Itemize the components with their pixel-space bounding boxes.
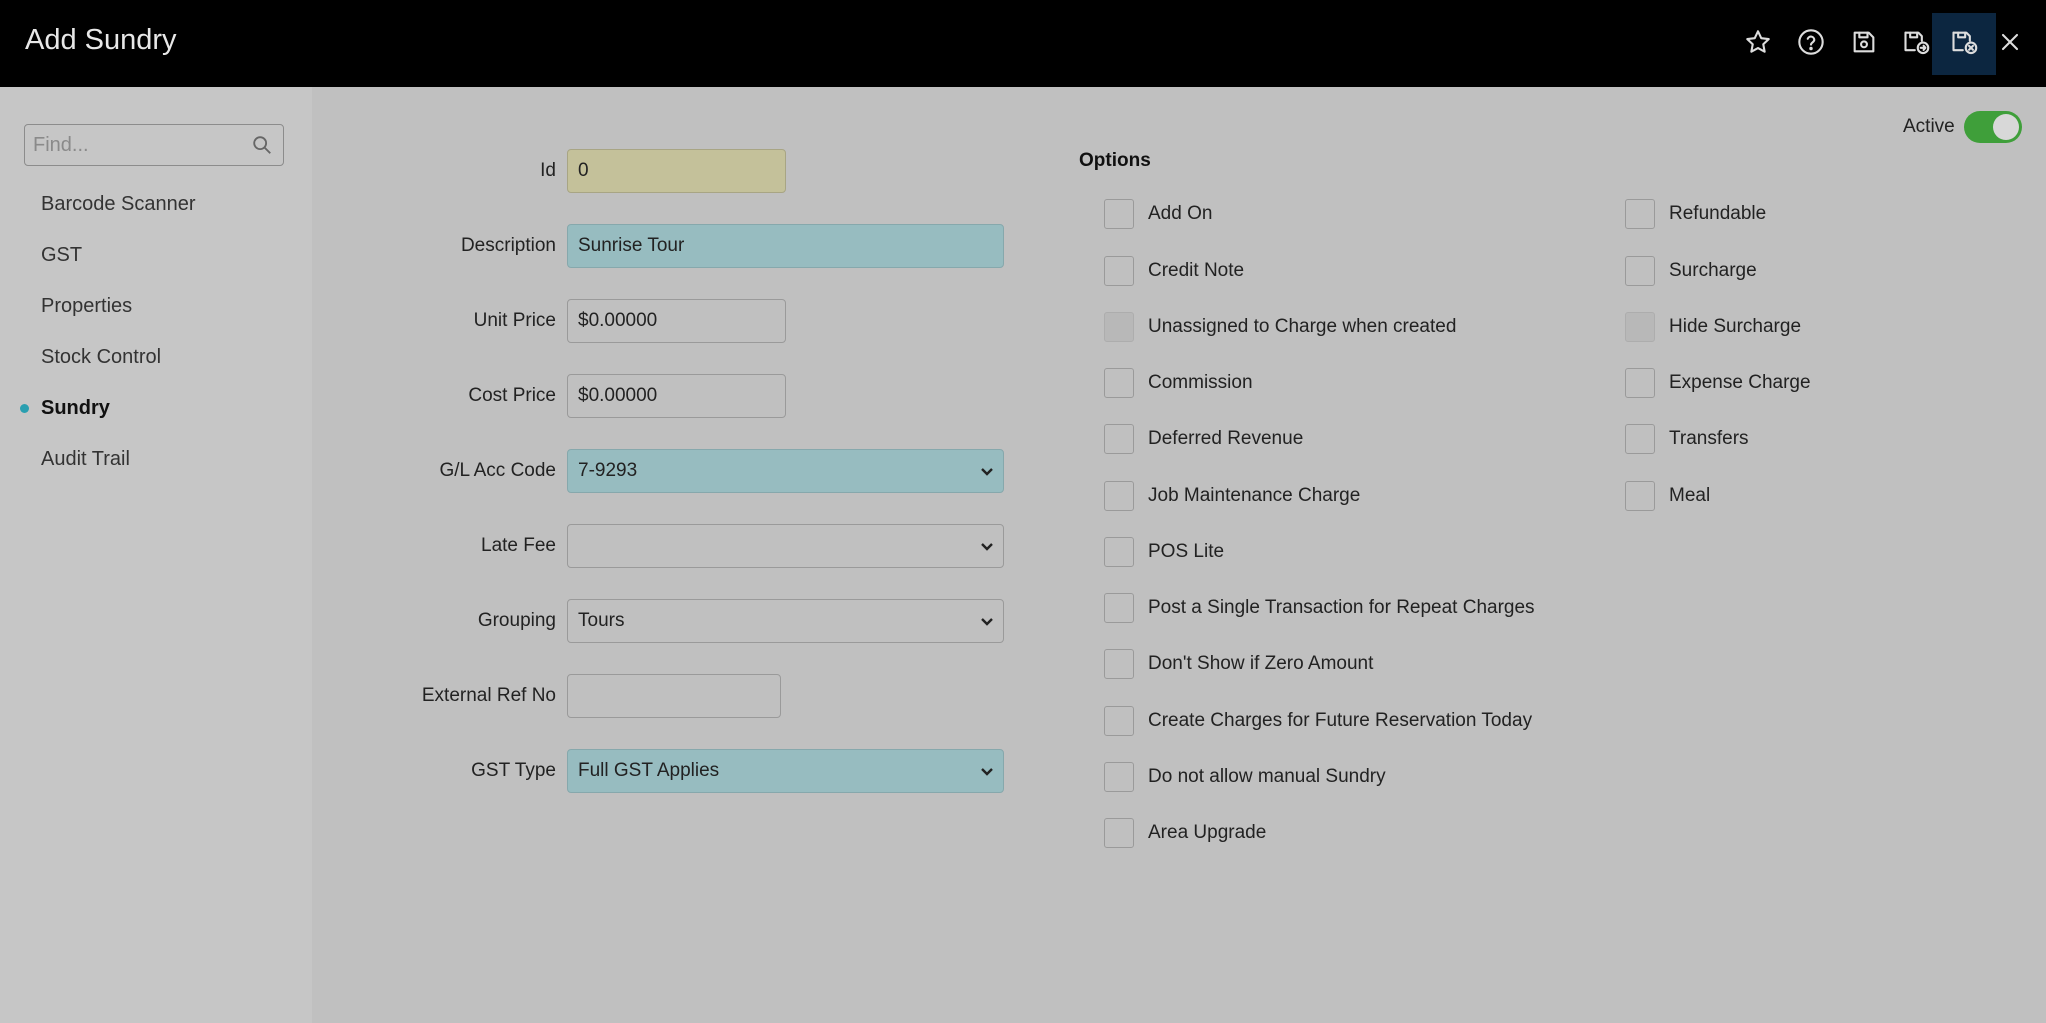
toggle-knob — [1993, 114, 2019, 140]
find-search-box — [24, 124, 284, 166]
gst-type-label: GST Type — [471, 760, 556, 781]
do-not-allow-manual-sundry-label: Do not allow manual Sundry — [1148, 766, 1386, 787]
unit-price-label: Unit Price — [473, 310, 556, 331]
late-fee-label: Late Fee — [481, 535, 556, 556]
close-icon — [1996, 28, 2024, 61]
cost-price-field[interactable]: $0.00000 — [567, 374, 786, 418]
unit-price-field[interactable]: $0.00000 — [567, 299, 786, 343]
deferred-revenue-label: Deferred Revenue — [1148, 428, 1304, 449]
area-upgrade-checkbox[interactable] — [1104, 818, 1134, 848]
post-single-transaction-label: Post a Single Transaction for Repeat Cha… — [1148, 597, 1535, 618]
id-field[interactable]: 0 — [567, 149, 786, 193]
save-and-close-icon — [1950, 28, 1978, 61]
unassigned-to-charge-checkbox — [1104, 312, 1134, 342]
title-bar: Add Sundry — [0, 0, 2046, 87]
hide-surcharge-label: Hide Surcharge — [1669, 316, 1802, 337]
meal-label: Meal — [1669, 485, 1711, 506]
credit-note-label: Credit Note — [1148, 260, 1245, 281]
cost-price-value: $0.00000 — [578, 385, 658, 406]
sidebar-item-audit-trail[interactable]: Audit Trail — [41, 448, 130, 471]
external-ref-label: External Ref No — [421, 685, 556, 706]
gst-type-select[interactable]: Full GST Applies — [567, 749, 1004, 793]
post-single-transaction-checkbox[interactable] — [1104, 593, 1134, 623]
search-icon[interactable] — [251, 134, 273, 156]
add-on-checkbox[interactable] — [1104, 199, 1134, 229]
refundable-checkbox[interactable] — [1625, 199, 1655, 229]
deferred-revenue-checkbox[interactable] — [1104, 424, 1134, 454]
meal-checkbox[interactable] — [1625, 481, 1655, 511]
job-maintenance-charge-label: Job Maintenance Charge — [1148, 485, 1361, 506]
chevron-down-icon — [979, 763, 995, 779]
surcharge-checkbox[interactable] — [1625, 256, 1655, 286]
create-charges-future-checkbox[interactable] — [1104, 706, 1134, 736]
gl-acc-code-value: 7-9293 — [578, 460, 638, 481]
description-value: Sunrise Tour — [578, 235, 685, 256]
expense-charge-checkbox[interactable] — [1625, 368, 1655, 398]
gl-acc-code-label: G/L Acc Code — [439, 460, 556, 481]
sidebar-item-properties[interactable]: Properties — [41, 295, 132, 318]
grouping-select[interactable]: Tours — [567, 599, 1004, 643]
sidebar-item-gst[interactable]: GST — [41, 244, 82, 267]
options-title: Options — [1079, 150, 1151, 171]
hide-surcharge-checkbox — [1625, 312, 1655, 342]
active-label: Active — [1903, 116, 1955, 137]
find-input[interactable] — [31, 125, 240, 166]
gl-acc-code-select[interactable]: 7-9293 — [567, 449, 1004, 493]
save-and-new-icon — [1902, 28, 1930, 61]
selected-indicator-dot — [20, 404, 29, 413]
description-field[interactable]: Sunrise Tour — [567, 224, 1004, 268]
dont-show-if-zero-label: Don't Show if Zero Amount — [1148, 653, 1374, 674]
sidebar-item-barcode-scanner[interactable]: Barcode Scanner — [41, 193, 196, 216]
surcharge-label: Surcharge — [1669, 260, 1757, 281]
commission-label: Commission — [1148, 372, 1253, 393]
save-icon — [1850, 28, 1878, 61]
chevron-down-icon — [979, 613, 995, 629]
star-icon — [1744, 28, 1772, 61]
external-ref-field[interactable] — [567, 674, 781, 718]
do-not-allow-manual-sundry-checkbox[interactable] — [1104, 762, 1134, 792]
pos-lite-checkbox[interactable] — [1104, 537, 1134, 567]
late-fee-select[interactable] — [567, 524, 1004, 568]
unassigned-to-charge-label: Unassigned to Charge when created — [1148, 316, 1457, 337]
chevron-down-icon — [979, 538, 995, 554]
cost-price-label: Cost Price — [468, 385, 556, 406]
id-label: Id — [540, 160, 556, 181]
sidebar-item-sundry[interactable]: Sundry — [41, 397, 110, 420]
refundable-label: Refundable — [1669, 203, 1767, 224]
dont-show-if-zero-checkbox[interactable] — [1104, 649, 1134, 679]
create-charges-future-label: Create Charges for Future Reservation To… — [1148, 710, 1533, 731]
close-button[interactable] — [1978, 14, 2042, 74]
help-icon — [1797, 28, 1825, 61]
transfers-label: Transfers — [1669, 428, 1749, 449]
chevron-down-icon — [979, 463, 995, 479]
commission-checkbox[interactable] — [1104, 368, 1134, 398]
job-maintenance-charge-checkbox[interactable] — [1104, 481, 1134, 511]
grouping-label: Grouping — [477, 610, 556, 631]
area-upgrade-label: Area Upgrade — [1148, 822, 1267, 843]
pos-lite-label: POS Lite — [1148, 541, 1225, 562]
sidebar-item-stock-control[interactable]: Stock Control — [41, 346, 161, 369]
expense-charge-label: Expense Charge — [1669, 372, 1811, 393]
window-title: Add Sundry — [25, 24, 177, 56]
sidebar: Barcode Scanner GST Properties Stock Con… — [0, 87, 312, 1023]
gst-type-value: Full GST Applies — [578, 760, 720, 781]
description-label: Description — [460, 235, 556, 256]
add-on-label: Add On — [1148, 203, 1213, 224]
id-value: 0 — [578, 160, 589, 181]
unit-price-value: $0.00000 — [578, 310, 658, 331]
active-toggle[interactable] — [1964, 111, 2022, 143]
transfers-checkbox[interactable] — [1625, 424, 1655, 454]
credit-note-checkbox[interactable] — [1104, 256, 1134, 286]
grouping-value: Tours — [578, 610, 625, 631]
